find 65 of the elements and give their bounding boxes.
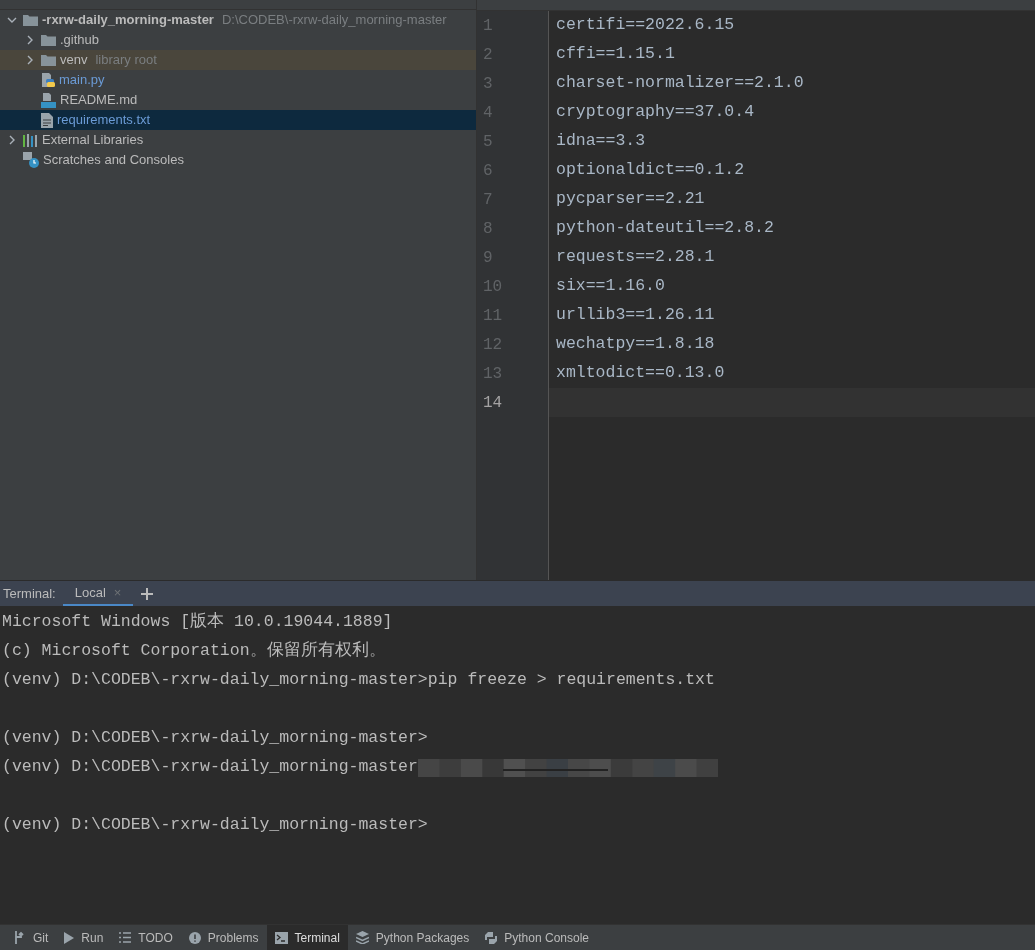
code-line: wechatpy==1.8.18	[556, 333, 715, 356]
tool-window-button[interactable]: Run	[56, 925, 112, 950]
chevron-down-icon[interactable]	[7, 15, 17, 25]
folder-icon	[23, 14, 38, 26]
code-line: six==1.16.0	[556, 275, 665, 298]
terminal-line: (venv) D:\CODEB\-rxrw-daily_morning-master>pip freeze > requirements.txt	[2, 669, 715, 692]
terminal-line: Microsoft Windows [版本 10.0.19044.1889]	[2, 611, 393, 634]
list-icon	[119, 932, 132, 943]
tree-item[interactable]: requirements.txt	[0, 110, 476, 130]
code-line: cffi==1.15.1	[556, 43, 675, 66]
markdown-file-icon	[41, 92, 56, 108]
code-line: pycparser==2.21	[556, 188, 705, 211]
tree-item[interactable]: External Libraries	[0, 130, 476, 150]
terminal-line: (venv) D:\CODEB\-rxrw-daily_morning-master>	[2, 727, 428, 750]
tool-window-button[interactable]: Python Console	[477, 925, 597, 950]
tree-item[interactable]: README.md	[0, 90, 476, 110]
tool-window-button[interactable]: Problems	[180, 925, 267, 950]
code-line: idna==3.3	[556, 130, 646, 153]
tool-window-button[interactable]: Terminal	[266, 925, 348, 950]
panel-title: Terminal:	[2, 584, 57, 603]
line-number: 14	[483, 392, 503, 414]
terminal-line: (venv) D:\CODEB\-rxrw-daily_morning-master>	[2, 814, 428, 837]
code-line: optionaldict==0.1.2	[556, 159, 745, 182]
tree-item-label: External Libraries	[42, 131, 144, 150]
tree-item[interactable]: -rxrw-daily_morning-master D:\CODEB\-rxrw-daily_morning-master	[0, 10, 476, 30]
tree-item-label: requirements.txt	[57, 111, 151, 130]
tool-window-button[interactable]: TODO	[111, 925, 181, 950]
folder-icon	[41, 34, 56, 46]
tree-item[interactable]: Scratches and Consoles	[0, 150, 476, 170]
scratch-console-icon	[23, 152, 39, 168]
branch-icon	[14, 931, 26, 944]
terminal-line: (c) Microsoft Corporation。保留所有权利。	[2, 640, 386, 663]
code-line: cryptography==37.0.4	[556, 101, 755, 124]
code-line: certifi==2022.6.15	[556, 14, 735, 37]
tree-item[interactable]: .github	[0, 30, 476, 50]
folder-icon	[41, 54, 56, 66]
tree-item-hint: D:\CODEB\-rxrw-daily_morning-master	[221, 11, 447, 30]
tree-item-label: .github	[60, 31, 100, 50]
code-line: requests==2.28.1	[556, 246, 715, 269]
tree-item-label: -rxrw-daily_morning-master	[42, 11, 214, 30]
python-icon	[485, 931, 498, 944]
tree-item[interactable]: main.py	[0, 70, 476, 90]
play-icon	[64, 931, 75, 944]
text-file-icon	[41, 112, 53, 128]
tree-item-label: venv	[60, 51, 88, 70]
terminal-icon	[274, 931, 288, 944]
tree-item[interactable]: venv library root	[0, 50, 476, 70]
terminal-line: (venv) D:\CODEB\-rxrw-daily_morning-master	[2, 756, 418, 779]
library-icon	[23, 133, 38, 147]
code-line: python-dateutil==2.8.2	[556, 217, 774, 240]
code-line: charset-normalizer==2.1.0	[556, 72, 804, 95]
tree-item-hint: library root	[95, 51, 157, 70]
alert-icon	[188, 931, 201, 944]
add-icon[interactable]	[141, 587, 154, 600]
terminal-tab[interactable]: Local ×	[62, 581, 134, 606]
tree-item-label: main.py	[59, 71, 105, 90]
code-line: urllib3==1.26.11	[556, 304, 715, 327]
tool-window-button[interactable]: Python Packages	[347, 925, 478, 950]
tool-window-button[interactable]: Git	[6, 925, 57, 950]
python-file-icon	[41, 72, 55, 88]
code-line: xmltodict==0.13.0	[556, 362, 725, 385]
layers-icon	[355, 931, 369, 944]
tree-item-label: Scratches and Consoles	[43, 151, 184, 170]
chevron-right-icon[interactable]	[7, 135, 17, 145]
tree-item-label: README.md	[60, 91, 138, 110]
